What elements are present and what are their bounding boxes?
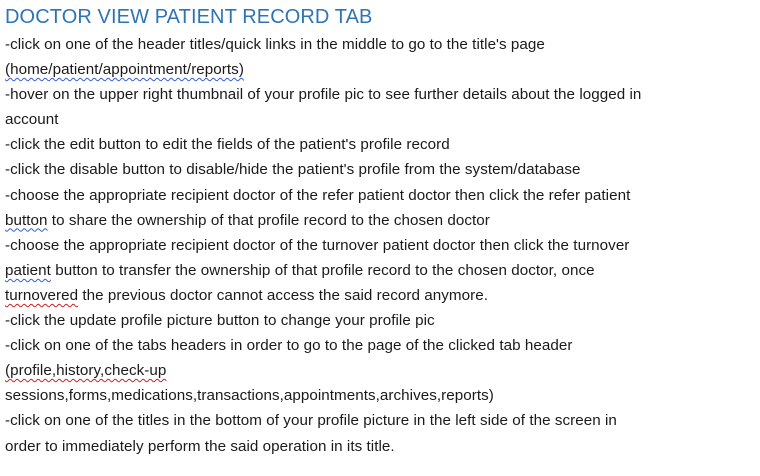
- text-line-word: turnovered: [5, 286, 79, 304]
- text-line: -choose the appropriate recipient doctor…: [5, 186, 631, 204]
- text-line: -hover on the upper right thumbnail of y…: [5, 86, 642, 104]
- text-line: -choose the appropriate recipient doctor…: [5, 236, 630, 254]
- text-line: (profile,history,check-up: [5, 358, 757, 383]
- text-line: sessions,forms,medications,transactions,…: [5, 387, 494, 405]
- text-line: -click on one of the titles in the botto…: [5, 412, 617, 430]
- text-line-word: button: [5, 211, 48, 229]
- text-line-rest: button to transfer the ownership of that…: [50, 261, 595, 279]
- text-line: -click the disable button to disable/hid…: [5, 161, 581, 179]
- text-line-word: patient: [5, 261, 51, 279]
- text-line: order to immediately perform the said op…: [5, 437, 395, 455]
- text-line: -click the edit button to edit the field…: [5, 136, 450, 154]
- text-line-rest: to share the ownership of that profile r…: [47, 211, 490, 229]
- document-title: DOCTOR VIEW PATIENT RECORD TAB: [5, 6, 373, 28]
- text-line: turnovered the previous doctor cannot ac…: [5, 283, 757, 308]
- text-line: (home/patient/appointment/reports): [5, 57, 757, 82]
- text-line-content: (home/patient/appointment/reports): [5, 61, 244, 79]
- text-line: account: [5, 111, 59, 129]
- text-line: -click the update profile picture button…: [5, 312, 435, 330]
- document-page: DOCTOR VIEW PATIENT RECORD TAB -click on…: [5, 4, 757, 459]
- text-line: patient button to transfer the ownership…: [5, 258, 757, 283]
- text-line-rest: the previous doctor cannot access the sa…: [78, 286, 488, 304]
- text-line: -click on one of the tabs headers in ord…: [5, 337, 573, 355]
- text-line: -click on one of the header titles/quick…: [5, 36, 545, 53]
- text-line: button to share the ownership of that pr…: [5, 208, 757, 233]
- text-line-content: (profile,history,check-up: [5, 362, 167, 380]
